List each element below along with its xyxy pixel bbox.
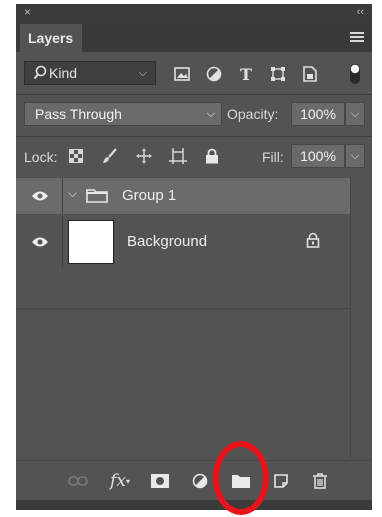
opacity-dropdown-button[interactable]: ⌵: [345, 102, 365, 126]
opacity-field[interactable]: 100%: [291, 102, 345, 126]
filter-row: Kind ⌵ T: [16, 58, 372, 92]
link-layers-icon[interactable]: [66, 469, 90, 493]
layers-list: ⌵ Group 1 Background: [16, 176, 350, 458]
layer-row-group-1[interactable]: ⌵ Group 1: [16, 178, 350, 214]
blend-mode-dropdown[interactable]: Pass Through ⌵: [24, 102, 222, 126]
visibility-eye-icon[interactable]: [28, 184, 52, 208]
layers-scrollbar[interactable]: [350, 176, 372, 458]
lock-artboard-icon[interactable]: [168, 146, 188, 166]
layer-thumbnail: [68, 220, 114, 264]
search-icon: [33, 62, 47, 90]
adjustment-layer-icon[interactable]: [188, 469, 212, 493]
filter-kind-label: Kind: [49, 65, 78, 81]
add-mask-icon[interactable]: [148, 469, 172, 493]
layer-style-fx-icon[interactable]: fx ▾: [108, 469, 132, 493]
lock-image-pixels-icon[interactable]: [100, 146, 120, 166]
chevron-down-icon: ⌵: [206, 108, 215, 120]
panel-tab-row: Layers: [16, 22, 372, 52]
fill-dropdown-button[interactable]: ⌵: [345, 144, 365, 168]
folder-icon: [86, 187, 108, 208]
divider: [16, 94, 372, 95]
chevron-down-icon: ⌵: [138, 67, 147, 79]
lock-row: Lock: Fill: 100% ⌵: [16, 142, 372, 172]
divider: [16, 308, 350, 309]
new-layer-icon[interactable]: [269, 469, 293, 493]
layer-name: Group 1: [122, 187, 177, 204]
blend-row: Pass Through ⌵ Opacity: 100% ⌵: [16, 100, 372, 132]
lock-transparent-pixels-icon[interactable]: [66, 146, 86, 166]
blend-mode-value: Pass Through: [35, 106, 122, 122]
shape-filter-icon[interactable]: [268, 64, 288, 84]
close-panel-icon[interactable]: ×: [24, 4, 31, 20]
lock-label: Lock:: [24, 149, 58, 165]
filter-toggle-icon[interactable]: [348, 64, 362, 84]
opacity-label: Opacity:: [227, 106, 279, 122]
panel-bottom-strip: [16, 500, 372, 510]
delete-layer-icon[interactable]: [308, 469, 332, 493]
collapse-panel-icon[interactable]: ‹‹: [357, 4, 364, 20]
visibility-eye-icon[interactable]: [28, 230, 52, 254]
bottom-toolbar: fx ▾: [16, 460, 372, 500]
panel-title-strip: × ‹‹: [16, 4, 372, 22]
lock-position-icon[interactable]: [134, 146, 154, 166]
fx-label: fx: [110, 471, 126, 491]
fill-label: Fill:: [262, 149, 284, 165]
adjustment-filter-icon[interactable]: [204, 64, 224, 84]
layer-row-background[interactable]: Background: [16, 216, 350, 309]
layer-lock-icon: [306, 232, 320, 253]
tab-layers[interactable]: Layers: [20, 24, 82, 52]
new-group-icon[interactable]: [229, 469, 253, 493]
divider: [62, 178, 63, 214]
layers-panel: × ‹‹ Layers Kind ⌵ T Pass Through ⌵ Opac…: [16, 4, 372, 510]
divider: [62, 216, 63, 268]
panel-menu-icon[interactable]: [350, 32, 364, 42]
lock-all-icon[interactable]: [202, 146, 222, 166]
pixel-filter-icon[interactable]: [172, 64, 192, 84]
layer-name: Background: [127, 233, 208, 250]
filter-kind-dropdown[interactable]: Kind ⌵: [24, 61, 156, 85]
smart-object-filter-icon[interactable]: [300, 64, 320, 84]
chevron-down-icon[interactable]: ⌵: [68, 186, 77, 201]
type-filter-icon[interactable]: T: [236, 64, 256, 84]
divider: [16, 136, 372, 137]
fill-field[interactable]: 100%: [291, 144, 345, 168]
